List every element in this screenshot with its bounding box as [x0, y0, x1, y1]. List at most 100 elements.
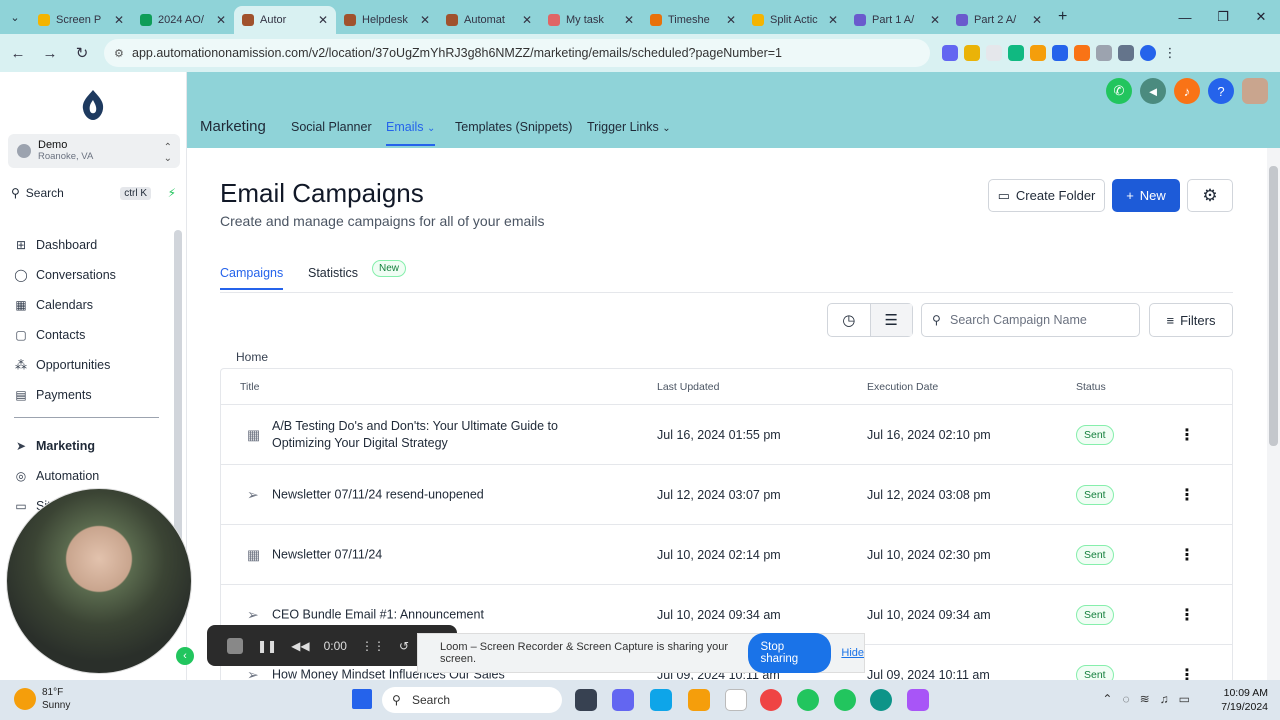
col-execution-date[interactable]: Execution Date	[867, 381, 938, 393]
extension-icon[interactable]	[1052, 45, 1068, 61]
settings-button[interactable]: ⚙	[1187, 179, 1233, 212]
campaign-title[interactable]: A/B Testing Do's and Don'ts: Your Ultima…	[272, 418, 572, 452]
collapse-sidebar-button[interactable]: ‹	[176, 647, 194, 665]
taskbar-app-icon[interactable]	[725, 689, 747, 711]
sidebar-item-contacts[interactable]: ▢ Contacts	[14, 320, 116, 350]
hide-link[interactable]: Hide	[841, 647, 864, 659]
bolt-icon[interactable]: ⚡	[168, 186, 176, 200]
reload-icon[interactable]: ↻	[68, 44, 96, 62]
extension-icon[interactable]	[1074, 45, 1090, 61]
taskbar-app-icon[interactable]	[760, 689, 782, 711]
vpn-icon[interactable]: ◌	[1122, 692, 1129, 706]
browser-tab[interactable]: Part 2 A/ ✕	[948, 6, 1050, 34]
campaign-title[interactable]: CEO Bundle Email #1: Announcement	[272, 606, 572, 623]
sidebar-item-marketing[interactable]: ➤ Marketing	[14, 431, 99, 461]
extension-icon[interactable]	[1030, 45, 1046, 61]
taskbar-app-icon[interactable]	[612, 689, 634, 711]
nav-emails[interactable]: Emails ⌄	[386, 120, 436, 146]
taskbar-app-icon[interactable]	[834, 689, 856, 711]
taskbar-app-icon[interactable]	[650, 689, 672, 711]
wifi-icon[interactable]: ≋	[1140, 692, 1150, 706]
rewind-icon[interactable]: ◀◀	[291, 639, 309, 653]
nav-social-planner[interactable]: Social Planner	[291, 120, 372, 134]
restart-icon[interactable]: ↺	[399, 639, 409, 653]
sidebar-item-opportunities[interactable]: ⁂ Opportunities	[14, 350, 116, 380]
sidebar-item-dashboard[interactable]: ⊞ Dashboard	[14, 230, 116, 260]
close-window-icon[interactable]: ✕	[1242, 0, 1280, 34]
extension-icon[interactable]	[1008, 45, 1024, 61]
bell-icon[interactable]: ♪	[1174, 78, 1200, 104]
extension-icon[interactable]	[986, 45, 1002, 61]
close-tab-icon[interactable]: ✕	[522, 13, 532, 27]
tab-statistics[interactable]: Statistics	[308, 266, 358, 280]
campaign-title[interactable]: Newsletter 07/11/24	[272, 546, 572, 563]
campaign-search-input[interactable]: ⚲ Search Campaign Name	[921, 303, 1140, 337]
row-menu-icon[interactable]: ⋮	[1179, 485, 1195, 505]
campaign-title[interactable]: Newsletter 07/11/24 resend-unopened	[272, 486, 572, 503]
browser-tab[interactable]: Part 1 A/ ✕	[846, 6, 948, 34]
create-folder-button[interactable]: ▭ Create Folder	[988, 179, 1105, 212]
col-title[interactable]: Title	[240, 381, 259, 393]
taskbar-app-icon[interactable]	[688, 689, 710, 711]
close-tab-icon[interactable]: ✕	[216, 13, 226, 27]
clock[interactable]: 10:09 AM 7/19/2024	[1221, 686, 1268, 714]
minimize-icon[interactable]: —	[1166, 0, 1204, 34]
taskbar-app-icon[interactable]	[575, 689, 597, 711]
stop-icon[interactable]	[227, 637, 243, 654]
close-tab-icon[interactable]: ✕	[420, 13, 430, 27]
row-menu-icon[interactable]: ⋮	[1179, 425, 1195, 445]
nav-trigger-links[interactable]: Trigger Links ⌄	[587, 120, 671, 134]
taskbar-app-icon[interactable]	[870, 689, 892, 711]
megaphone-icon[interactable]: ◄	[1140, 78, 1166, 104]
close-tab-icon[interactable]: ✕	[1032, 13, 1042, 27]
col-last-updated[interactable]: Last Updated	[657, 381, 719, 393]
browser-tab[interactable]: Autor ✕	[234, 6, 336, 34]
scroll-thumb[interactable]	[1269, 166, 1278, 446]
help-icon[interactable]: ?	[1208, 78, 1234, 104]
table-row[interactable]: ▦ Newsletter 07/11/24 Jul 10, 2024 02:14 p…	[221, 525, 1232, 585]
browser-tab[interactable]: My task ✕	[540, 6, 642, 34]
sidebar-item-calendars[interactable]: ▦ Calendars	[14, 290, 116, 320]
sidebar-search[interactable]: ⚲ Search ctrl K ⚡	[11, 184, 181, 202]
close-tab-icon[interactable]: ✕	[318, 13, 328, 27]
battery-icon[interactable]: ▭	[1179, 692, 1190, 706]
row-menu-icon[interactable]: ⋮	[1179, 545, 1195, 565]
url-field[interactable]: ⚙ app.automationonamission.com/v2/locati…	[104, 39, 930, 67]
taskbar-search[interactable]: ⚲ Search	[382, 687, 562, 713]
extension-icon[interactable]	[942, 45, 958, 61]
stop-sharing-button[interactable]: Stop sharing	[748, 633, 832, 673]
table-row[interactable]: ▦ A/B Testing Do's and Don'ts: Your Ultim…	[221, 405, 1232, 465]
forward-icon[interactable]: →	[36, 45, 64, 62]
close-tab-icon[interactable]: ✕	[624, 13, 634, 27]
close-tab-icon[interactable]: ✕	[726, 13, 736, 27]
new-tab-button[interactable]: +	[1058, 8, 1067, 26]
site-info-icon[interactable]: ⚙	[114, 47, 124, 60]
phone-icon[interactable]: ✆	[1106, 78, 1132, 104]
browser-tab[interactable]: 2024 AO/ ✕	[132, 6, 234, 34]
windows-start-icon[interactable]	[352, 689, 372, 709]
browser-tab[interactable]: Helpdesk ✕	[336, 6, 438, 34]
kebab-menu-icon[interactable]: ⋮	[1162, 45, 1178, 61]
taskbar-app-icon[interactable]	[907, 689, 929, 711]
list-icon[interactable]: ☰	[869, 304, 912, 336]
extension-icon[interactable]	[964, 45, 980, 61]
browser-tab[interactable]: Automat ✕	[438, 6, 540, 34]
close-tab-icon[interactable]: ✕	[114, 13, 124, 27]
puzzle-icon[interactable]	[1096, 45, 1112, 61]
sidebar-item-payments[interactable]: ▤ Payments	[14, 380, 116, 410]
sidebar-item-automation[interactable]: ◎ Automation	[14, 461, 99, 491]
tab-search-icon[interactable]: ⌄	[0, 11, 30, 24]
tab-campaigns[interactable]: Campaigns	[220, 266, 284, 290]
close-tab-icon[interactable]: ✕	[930, 13, 940, 27]
browser-tab[interactable]: Timeshe ✕	[642, 6, 744, 34]
row-menu-icon[interactable]: ⋮	[1179, 605, 1195, 625]
taskbar-app-icon[interactable]	[797, 689, 819, 711]
pause-icon[interactable]: ❚❚	[257, 639, 277, 653]
maximize-icon[interactable]: ❐	[1204, 0, 1242, 34]
user-avatar[interactable]	[1242, 78, 1268, 104]
breadcrumb[interactable]: Home	[236, 350, 268, 364]
volume-icon[interactable]: ♫	[1160, 692, 1169, 706]
sidebar-scrollbar[interactable]	[174, 230, 182, 560]
weather-widget[interactable]: 81°F Sunny	[14, 686, 70, 712]
nav-templates[interactable]: Templates (Snippets)	[455, 120, 572, 134]
